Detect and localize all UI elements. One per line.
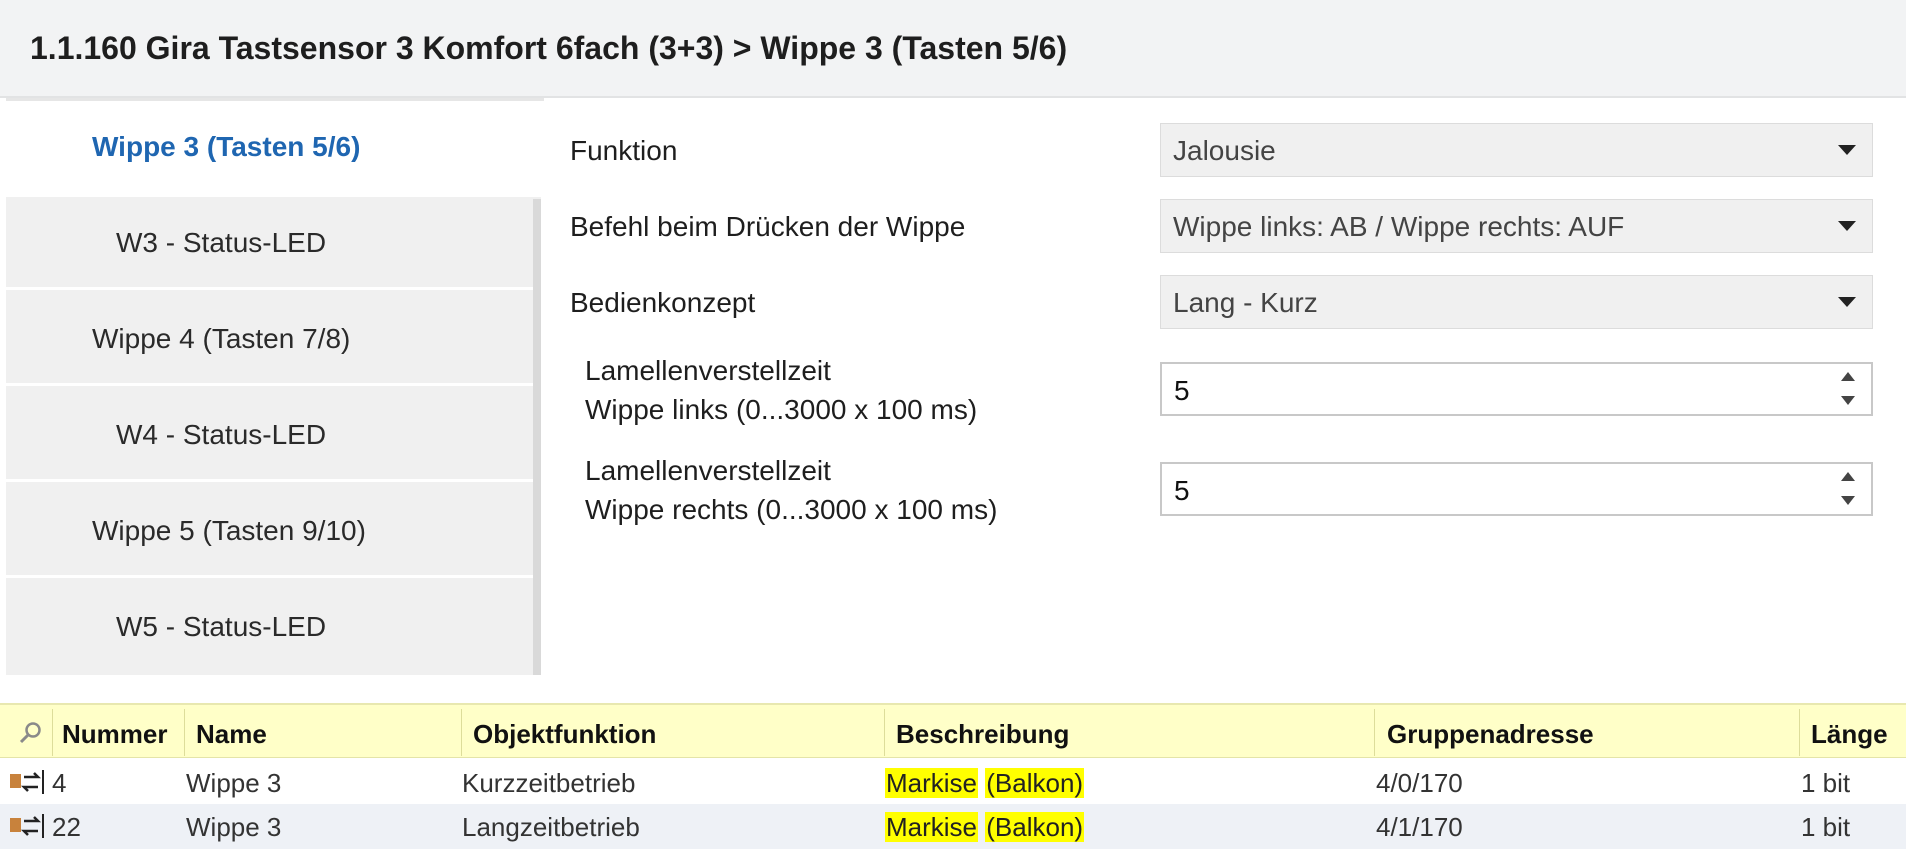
- spin-down-icon[interactable]: [1841, 396, 1855, 405]
- lamellen-rechts-label-2: Wippe rechts (0...3000 x 100 ms): [585, 494, 998, 525]
- sidebar-item-label: Wippe 3 (Tasten 5/6): [92, 131, 361, 162]
- spin-up-icon[interactable]: [1841, 372, 1855, 381]
- funktion-value: Jalousie: [1173, 135, 1276, 166]
- funktion-label: Funktion: [570, 135, 678, 166]
- highlight-term: (Balkon): [985, 768, 1085, 798]
- cell-name: Wippe 3: [186, 812, 282, 842]
- column-header-gruppenadresse[interactable]: Gruppenadresse: [1387, 719, 1594, 750]
- sidebar-item-wippe-5[interactable]: Wippe 5 (Tasten 9/10): [6, 485, 541, 578]
- cell-laenge: 1 bit: [1801, 812, 1851, 842]
- column-header-objektfunktion[interactable]: Objektfunktion: [473, 719, 656, 750]
- column-divider: [1374, 709, 1375, 756]
- parameter-panel: Funktion Jalousie Befehl beim Drücken de…: [545, 101, 1906, 675]
- highlight-term: (Balkon): [985, 812, 1085, 842]
- befehl-value: Wippe links: AB / Wippe rechts: AUF: [1173, 211, 1625, 242]
- sidebar-item-w3-status-led[interactable]: W3 - Status-LED: [6, 197, 541, 290]
- table-header: Nummer Name Objektfunktion Beschreibung …: [0, 703, 1906, 758]
- sidebar-item-label: Wippe 4 (Tasten 7/8): [92, 323, 351, 354]
- chevron-down-icon: [1838, 145, 1856, 155]
- lamellen-rechts-value: 5: [1174, 475, 1190, 506]
- lamellen-links-stepper[interactable]: 5: [1160, 362, 1873, 416]
- search-icon[interactable]: [18, 720, 44, 746]
- sidebar-item-wippe-4[interactable]: Wippe 4 (Tasten 7/8): [6, 293, 541, 386]
- lamellen-links-label-2: Wippe links (0...3000 x 100 ms): [585, 394, 978, 425]
- bedienkonzept-dropdown[interactable]: Lang - Kurz: [1160, 275, 1873, 329]
- cell-beschreibung: Markise (Balkon): [885, 812, 1085, 843]
- group-object-icon: [10, 770, 44, 794]
- bedienkonzept-value: Lang - Kurz: [1173, 287, 1318, 318]
- befehl-dropdown[interactable]: Wippe links: AB / Wippe rechts: AUF: [1160, 199, 1873, 253]
- cell-nummer: 22: [52, 812, 81, 842]
- column-header-beschreibung[interactable]: Beschreibung: [896, 719, 1069, 750]
- lamellen-links-label-1: Lamellenverstellzeit: [585, 355, 831, 386]
- column-divider: [52, 709, 53, 756]
- cell-nummer: 4: [52, 768, 67, 798]
- group-object-icon: [10, 814, 44, 838]
- cell-objektfunktion: Langzeitbetrieb: [462, 812, 640, 842]
- spin-down-icon[interactable]: [1841, 496, 1855, 505]
- lamellen-links-value: 5: [1174, 375, 1190, 406]
- table-row[interactable]: 22 Wippe 3 Langzeitbetrieb Markise (Balk…: [0, 804, 1906, 849]
- funktion-dropdown[interactable]: Jalousie: [1160, 123, 1873, 177]
- sidebar-item-wippe-3[interactable]: Wippe 3 (Tasten 5/6): [6, 98, 544, 197]
- bedienkonzept-label: Bedienkonzept: [570, 287, 756, 318]
- sidebar-item-label: W4 - Status-LED: [116, 419, 327, 450]
- page-title: 1.1.160 Gira Tastsensor 3 Komfort 6fach …: [30, 30, 1068, 66]
- cell-name: Wippe 3: [186, 768, 282, 798]
- sidebar-item-label: Wippe 5 (Tasten 9/10): [92, 515, 366, 546]
- cell-gruppenadresse: 4/1/170: [1376, 812, 1463, 842]
- table-row[interactable]: 4 Wippe 3 Kurzzeitbetrieb Markise (Balko…: [0, 760, 1906, 804]
- lamellen-rechts-label-1: Lamellenverstellzeit: [585, 455, 831, 486]
- header-bar: 1.1.160 Gira Tastsensor 3 Komfort 6fach …: [0, 0, 1906, 98]
- sidebar-item-label: W5 - Status-LED: [116, 611, 327, 642]
- sidebar-scrollbar[interactable]: [533, 199, 541, 675]
- cell-gruppenadresse: 4/0/170: [1376, 768, 1463, 798]
- spin-up-icon[interactable]: [1841, 472, 1855, 481]
- column-header-laenge[interactable]: Länge: [1811, 719, 1888, 750]
- sidebar-item-label: W3 - Status-LED: [116, 227, 327, 258]
- cell-laenge: 1 bit: [1801, 768, 1851, 798]
- cell-objektfunktion: Kurzzeitbetrieb: [462, 768, 636, 798]
- cell-beschreibung: Markise (Balkon): [885, 768, 1085, 799]
- column-divider: [184, 709, 185, 756]
- sidebar: Wippe 3 (Tasten 5/6) W3 - Status-LED Wip…: [6, 98, 544, 675]
- lamellen-rechts-stepper[interactable]: 5: [1160, 462, 1873, 516]
- column-header-nummer[interactable]: Nummer: [62, 719, 167, 750]
- highlight-term: Markise: [885, 768, 979, 798]
- highlight-term: Markise: [885, 812, 979, 842]
- column-divider: [1799, 709, 1800, 756]
- sidebar-item-w5-status-led[interactable]: W5 - Status-LED: [6, 581, 541, 675]
- befehl-label: Befehl beim Drücken der Wippe: [570, 211, 966, 242]
- chevron-down-icon: [1838, 297, 1856, 307]
- column-header-name[interactable]: Name: [196, 719, 267, 750]
- sidebar-item-w4-status-led[interactable]: W4 - Status-LED: [6, 389, 541, 482]
- group-objects-table: Nummer Name Objektfunktion Beschreibung …: [0, 703, 1906, 849]
- column-divider: [461, 709, 462, 756]
- separator: [0, 675, 1906, 703]
- column-divider: [884, 709, 885, 756]
- chevron-down-icon: [1838, 221, 1856, 231]
